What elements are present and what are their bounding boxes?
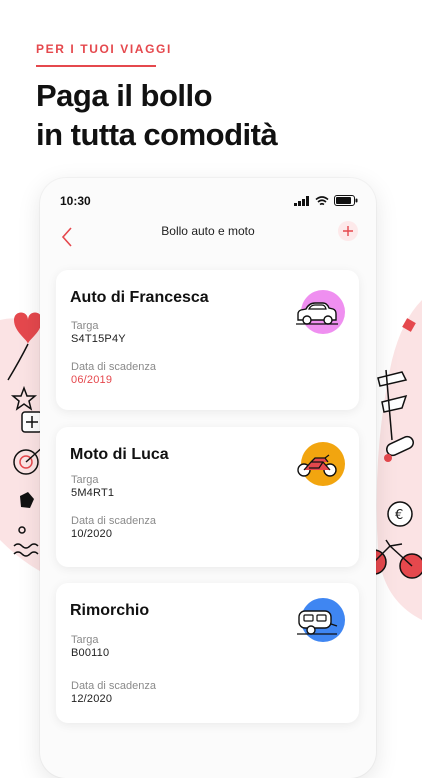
plate-label: Targa <box>71 634 99 646</box>
plate-value: B00110 <box>71 647 110 659</box>
expiry-label: Data di scadenza <box>71 361 156 373</box>
signal-icon <box>294 195 309 206</box>
vehicle-badge <box>296 290 345 334</box>
plate-value: S4T15P4Y <box>71 333 126 345</box>
status-bar: 10:30 <box>40 178 376 222</box>
vehicle-card-rimorchio[interactable]: Rimorchio Targa B00110 Data di scadenza … <box>56 583 359 723</box>
vehicle-badge <box>297 442 345 486</box>
page-title: Bollo auto e moto <box>161 224 255 238</box>
wifi-icon <box>315 195 329 205</box>
vehicle-badge <box>297 598 345 642</box>
euro-coin-icon: € <box>387 501 413 527</box>
battery-icon <box>334 195 358 206</box>
vehicle-name: Auto di Francesca <box>70 289 209 306</box>
expiry-value: 10/2020 <box>71 528 113 540</box>
navigation-bar: Bollo auto e moto <box>40 220 376 260</box>
vehicle-card-moto-luca[interactable]: Moto di Luca Targa 5M4RT1 Data di scaden… <box>56 427 359 567</box>
promo-eyebrow: PER I TUOI VIAGGI <box>36 42 172 56</box>
vehicle-card-auto-francesca[interactable]: Auto di Francesca Targa S4T15P4Y Data di… <box>56 270 359 410</box>
trailer-icon <box>297 610 338 635</box>
expiry-label: Data di scadenza <box>71 515 156 527</box>
plate-label: Targa <box>71 320 99 332</box>
vehicle-name: Moto di Luca <box>70 446 169 463</box>
car-icon <box>296 302 338 325</box>
promo-headline-line1: Paga il bollo <box>36 78 213 113</box>
status-icons <box>294 195 358 206</box>
motorcycle-icon <box>297 454 337 477</box>
svg-text:€: € <box>395 508 403 523</box>
promo-headline: Paga il bollo in tutta comodità <box>36 76 396 154</box>
plate-value: 5M4RT1 <box>71 487 115 499</box>
plus-icon[interactable] <box>338 221 358 241</box>
expiry-label: Data di scadenza <box>71 680 156 692</box>
expiry-value: 06/2019 <box>71 374 113 386</box>
promo-divider <box>36 65 156 67</box>
phone-screen: 10:30 Bollo auto e moto Auto di Francesc… <box>40 178 376 778</box>
expiry-value: 12/2020 <box>71 693 113 705</box>
vehicle-name: Rimorchio <box>70 602 150 619</box>
status-time: 10:30 <box>60 194 91 208</box>
plate-label: Targa <box>71 474 99 486</box>
promo-headline-line2: in tutta comodità <box>36 117 278 152</box>
